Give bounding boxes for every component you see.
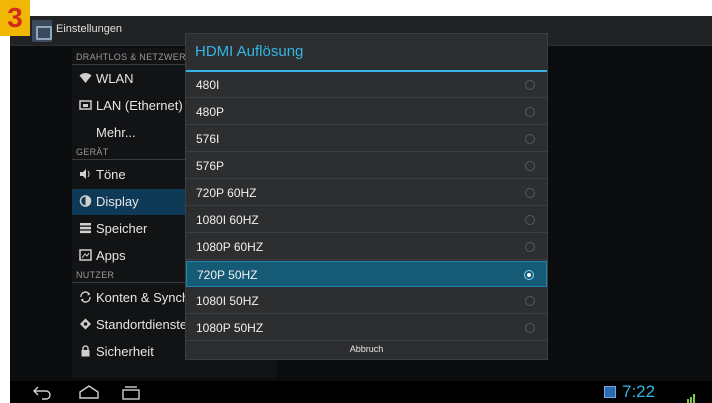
option-label: 720P 50HZ — [197, 268, 258, 282]
sidebar-item-label: Sicherheit — [96, 344, 154, 359]
ethernet-icon — [78, 99, 92, 113]
option-label: 1080I 60HZ — [196, 213, 259, 227]
option-label: 1080P 50HZ — [196, 321, 264, 335]
dialog-title: HDMI Auflösung — [195, 43, 304, 60]
radio-button-checked[interactable] — [524, 270, 534, 280]
sidebar-item-label: Display — [96, 194, 139, 209]
location-icon — [78, 318, 92, 332]
sidebar-item-label: Speicher — [96, 221, 148, 236]
brightness-icon — [78, 195, 92, 209]
option-label: 576P — [196, 159, 225, 173]
radio-button[interactable] — [525, 188, 535, 198]
resolution-option[interactable]: 720P 60HZ — [186, 180, 547, 206]
resolution-option[interactable]: 1080P 60HZ — [186, 234, 547, 260]
speaker-icon — [78, 168, 92, 182]
option-label: 576I — [196, 132, 220, 146]
dialog-button-bar: Abbruch — [186, 340, 547, 359]
sidebar-item-label: Mehr... — [96, 125, 136, 140]
radio-button[interactable] — [525, 296, 535, 306]
wifi-icon — [78, 72, 92, 86]
settings-app-icon[interactable] — [32, 20, 52, 42]
radio-button[interactable] — [525, 107, 535, 117]
section-divider — [72, 159, 192, 160]
option-label: 480I — [196, 78, 220, 92]
app-title: Einstellungen — [56, 23, 123, 35]
resolution-option[interactable]: 576P — [186, 153, 547, 179]
radio-button[interactable] — [525, 242, 535, 252]
radio-button[interactable] — [525, 215, 535, 225]
radio-button[interactable] — [525, 134, 535, 144]
section-divider — [72, 64, 192, 65]
resolution-option[interactable]: 1080I 50HZ — [186, 288, 547, 314]
sidebar-item-label: WLAN — [96, 71, 134, 86]
step-number-badge: 3 — [0, 0, 30, 36]
sidebar-item-label: Apps — [96, 248, 126, 263]
resolution-option[interactable]: 480I — [186, 72, 547, 98]
option-label: 1080P 60HZ — [196, 240, 264, 254]
screenshot-frame: 3 Einstellungen DRAHTLOS & NETZWERKE WLA… — [0, 0, 712, 403]
option-label: 720P 60HZ — [196, 186, 257, 200]
cancel-button[interactable]: Abbruch — [186, 344, 547, 354]
system-navigation-bar: 7:22 — [10, 381, 712, 403]
clock[interactable]: 7:22 — [622, 382, 655, 402]
hdmi-resolution-dialog: HDMI Auflösung 480I 480P 576I 576P 720P … — [185, 33, 548, 360]
section-header-device: GERÄT — [76, 147, 109, 157]
home-icon[interactable] — [78, 384, 100, 400]
resolution-option[interactable]: 480P — [186, 99, 547, 125]
radio-button[interactable] — [525, 80, 535, 90]
resolution-option[interactable]: 1080I 60HZ — [186, 207, 547, 233]
sidebar-item-label: Töne — [96, 167, 126, 182]
android-screen: Einstellungen DRAHTLOS & NETZWERKE WLAN … — [10, 16, 712, 403]
option-label: 1080I 50HZ — [196, 294, 259, 308]
storage-icon — [78, 222, 92, 236]
radio-button[interactable] — [525, 323, 535, 333]
section-header-user: NUTZER — [76, 270, 115, 280]
lock-icon — [78, 345, 92, 359]
recent-apps-icon[interactable] — [120, 384, 142, 400]
signal-icon — [687, 388, 697, 403]
apps-icon — [78, 249, 92, 263]
resolution-option[interactable]: 576I — [186, 126, 547, 152]
back-icon[interactable] — [32, 384, 54, 400]
notification-icon[interactable] — [604, 386, 616, 398]
resolution-option-selected[interactable]: 720P 50HZ — [186, 261, 547, 287]
sidebar-item-label: Standortdienste — [96, 317, 188, 332]
radio-button[interactable] — [525, 161, 535, 171]
section-divider — [72, 282, 192, 283]
option-label: 480P — [196, 105, 225, 119]
resolution-option[interactable]: 1080P 50HZ — [186, 315, 547, 341]
sync-icon — [78, 291, 92, 305]
section-header-wireless: DRAHTLOS & NETZWERKE — [76, 52, 199, 62]
sidebar-item-label: LAN (Ethernet) — [96, 98, 183, 113]
